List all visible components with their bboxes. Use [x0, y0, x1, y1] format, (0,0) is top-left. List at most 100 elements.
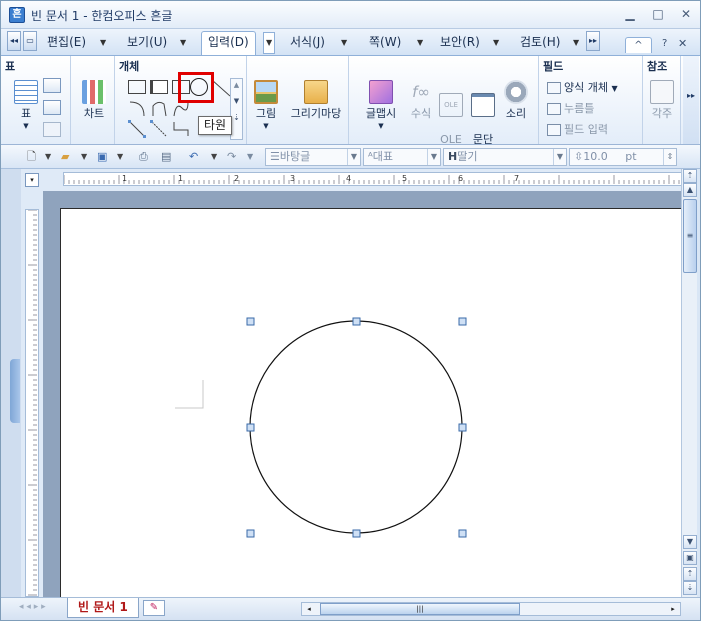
footnote-button[interactable]: 각주 [647, 80, 677, 120]
style-select[interactable]: ☰바탕글 ▼ [265, 148, 361, 166]
table-draw-icon[interactable] [43, 78, 61, 93]
connector-straight-icon[interactable] [128, 120, 146, 138]
open-dropdown-icon[interactable]: ▼ [81, 148, 87, 166]
ellipse-shape[interactable] [249, 320, 463, 534]
undo-icon[interactable]: ↶ [189, 148, 198, 166]
horizontal-ruler[interactable]: 1 1 2 3 4 5 6 7 [63, 172, 697, 186]
scroll-page-icon[interactable]: ▣ [683, 551, 697, 565]
vertical-scroll-thumb[interactable]: ≡ [683, 199, 697, 273]
close-doc-icon[interactable]: ✕ [678, 37, 687, 50]
save-icon[interactable]: ▣ [97, 148, 107, 166]
line-icon[interactable] [211, 79, 231, 98]
glmap-button[interactable]: 글맵시 ▼ [363, 80, 399, 133]
tab-security[interactable]: 보안(R) [434, 32, 486, 54]
maximize-icon[interactable]: □ [649, 7, 667, 23]
new-document-icon[interactable]: 🗋 [27, 148, 36, 166]
font-dropdown-icon[interactable]: ▼ [553, 149, 566, 165]
redo-dropdown-icon[interactable]: ▼ [247, 148, 253, 166]
font-lang-dropdown-icon[interactable]: ▼ [427, 149, 440, 165]
save-dropdown-icon[interactable]: ▼ [117, 148, 123, 166]
resize-handle-e[interactable] [458, 423, 467, 432]
formula-button[interactable]: f∞ 수식 [407, 80, 435, 120]
scroll-down-icon[interactable]: ▼ [683, 535, 697, 549]
label-icon[interactable] [150, 80, 168, 94]
resize-handle-ne[interactable] [458, 317, 467, 326]
table-erase-icon[interactable] [43, 100, 61, 115]
redo-icon[interactable]: ↷ [227, 148, 236, 166]
ruler-toggle-icon[interactable]: ▾ [25, 173, 39, 187]
tab-page[interactable]: 쪽(W) [363, 32, 407, 54]
menu-scroll-left-icon[interactable]: ◂◂ [7, 31, 21, 51]
tab-nav-icons[interactable]: ◂ ◂ ▸ ▸ [19, 602, 46, 612]
menu-scroll-right-icon[interactable]: ▸▸ [586, 31, 600, 51]
tooltip: 타원 [198, 116, 232, 135]
resize-handle-w[interactable] [246, 423, 255, 432]
drawmadang-button[interactable]: 그리기마당 [285, 80, 347, 120]
sound-button[interactable]: 소리 [501, 80, 531, 120]
tab-page-dropdown-icon[interactable]: ▼ [417, 33, 423, 53]
document-page[interactable] [60, 208, 681, 597]
scroll-right-icon[interactable]: ▸ [667, 603, 679, 615]
table-grid-icon[interactable] [43, 122, 61, 137]
tab-review-dropdown-icon[interactable]: ▼ [573, 33, 579, 53]
horizontal-scrollbar[interactable]: ◂ ||| ▸ [301, 602, 681, 616]
tab-view-dropdown-icon[interactable]: ▼ [180, 33, 186, 53]
help-icon[interactable]: ? [662, 38, 667, 49]
font-select[interactable]: H딸기 ▼ [443, 148, 567, 166]
font-size-select[interactable]: ⇳10.0 pt ⇕ [569, 148, 677, 166]
vertical-scrollbar[interactable]: ⇡ ▲ ≡ ▼ ▣ ⇡ ⇣ [681, 169, 697, 597]
picture-button[interactable]: 그림 ▼ [251, 80, 281, 133]
scroll-prev-page-icon[interactable]: ⇡ [683, 567, 697, 581]
resize-handle-se[interactable] [458, 529, 467, 538]
vertical-ruler[interactable] [25, 209, 39, 597]
document-tab[interactable]: 빈 문서 1 [67, 598, 139, 618]
resize-handle-nw[interactable] [246, 317, 255, 326]
close-icon[interactable]: ✕ [677, 7, 695, 23]
app-icon[interactable]: 흔 [9, 7, 25, 23]
print-icon[interactable]: ⎙ [139, 148, 148, 166]
scroll-up-icon[interactable]: ▲ [683, 183, 697, 197]
tab-view[interactable]: 보기(U) [121, 32, 173, 54]
ribbon-collapse-icon[interactable]: ^ [625, 37, 652, 53]
tab-insert-dropdown-icon[interactable]: ▼ [263, 32, 276, 54]
ribbon-scroll-right-icon[interactable]: ▸▸ [683, 56, 699, 144]
preview-icon[interactable]: ▤ [161, 148, 171, 166]
connector-curve-icon[interactable] [172, 120, 190, 138]
connector-elbow-icon[interactable] [150, 120, 168, 138]
table-button[interactable]: 표 ▼ [13, 80, 39, 133]
document-area[interactable] [43, 191, 681, 597]
chart-button[interactable]: 차트 [79, 80, 109, 120]
arc-icon[interactable] [128, 100, 146, 118]
scroll-left-icon[interactable]: ◂ [303, 603, 315, 615]
scroll-top-icon[interactable]: ⇡ [683, 169, 697, 183]
form-object-button[interactable]: 양식 개체 ▼ [547, 80, 618, 96]
tab-review[interactable]: 검토(H) [514, 32, 566, 54]
new-tab-icon[interactable]: ✎ [143, 600, 165, 616]
polygon-icon[interactable] [150, 100, 168, 118]
minimize-icon[interactable]: ▁ [621, 7, 639, 23]
side-panel-toggle[interactable] [10, 359, 20, 423]
undo-dropdown-icon[interactable]: ▼ [211, 148, 217, 166]
textbox-icon[interactable] [128, 80, 146, 94]
field-input-button[interactable]: 필드 입력 [547, 122, 608, 138]
tab-security-dropdown-icon[interactable]: ▼ [493, 33, 499, 53]
font-size-spin-icon[interactable]: ⇕ [663, 149, 676, 165]
font-lang-select[interactable]: ᴬ대표 ▼ [363, 148, 441, 166]
resize-handle-s[interactable] [352, 529, 361, 538]
tab-format-dropdown-icon[interactable]: ▼ [341, 33, 347, 53]
tab-edit[interactable]: 편집(E) [41, 32, 92, 54]
resize-handle-sw[interactable] [246, 529, 255, 538]
resize-handle-n[interactable] [352, 317, 361, 326]
page-canvas [175, 317, 467, 538]
tab-insert[interactable]: 입력(D) [201, 31, 256, 55]
style-dropdown-icon[interactable]: ▼ [347, 149, 360, 165]
menu-page-icon[interactable]: ▭ [23, 31, 37, 51]
tab-edit-dropdown-icon[interactable]: ▼ [100, 33, 106, 53]
tab-format[interactable]: 서식(J) [284, 32, 331, 54]
open-folder-icon[interactable]: ▰ [61, 148, 69, 166]
scroll-next-page-icon[interactable]: ⇣ [683, 581, 697, 595]
click-here-button[interactable]: 누름틀 [547, 101, 594, 117]
horizontal-scroll-thumb[interactable]: ||| [320, 603, 520, 615]
new-dropdown-icon[interactable]: ▼ [45, 148, 51, 166]
picture-label: 그림 [255, 107, 277, 120]
